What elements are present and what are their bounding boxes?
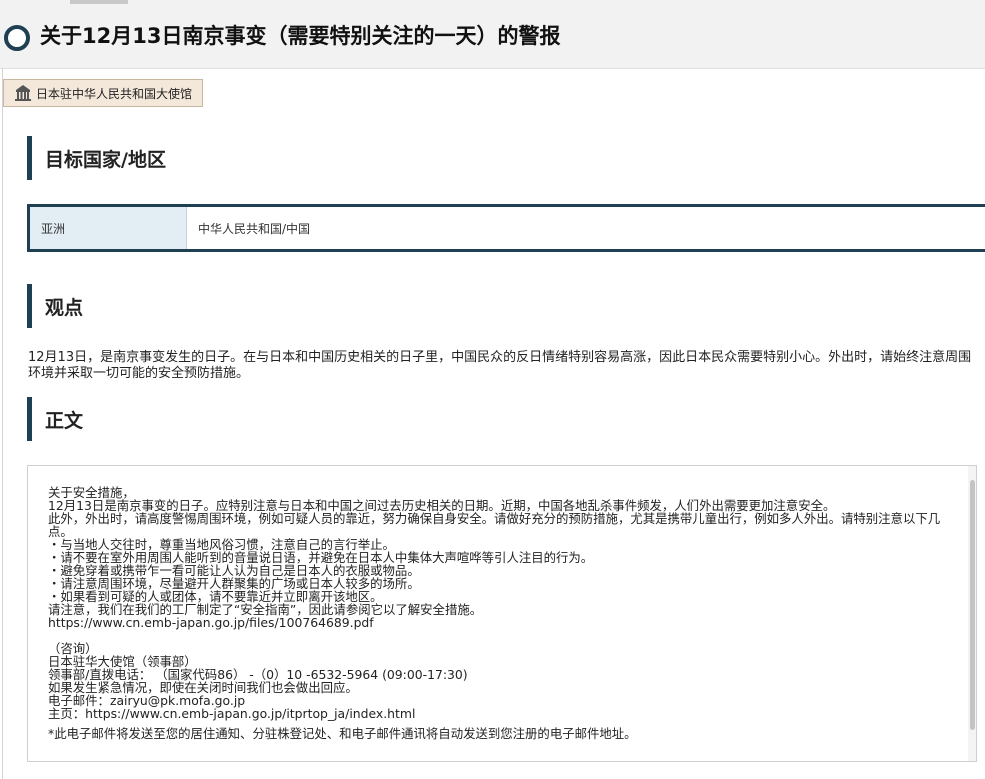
guidelines-link[interactable]: https://www.cn.emb-japan.go.jp/files/100… [48, 616, 948, 629]
body-scrollbar[interactable] [968, 466, 976, 761]
body-blank-line [48, 629, 948, 642]
body-note: *此电子邮件将发送至您的居住通知、分驻株登记处、和电子邮件通讯将自动发送到您注册… [48, 726, 637, 741]
body-lines: 关于安全措施， 12月13日是南京事变的日子。应特别注意与日本和中国之间过去历史… [48, 486, 948, 740]
country-cell: 中华人民共和国/中国 [187, 207, 985, 249]
page-header: 关于12月13日南京事变（需要特别关注的一天）的警报 [0, 0, 985, 69]
embassy-tag-label: 日本驻中华人民共和国大使馆 [36, 86, 193, 101]
ring-icon [4, 25, 30, 51]
section-heading-viewpoint: 观点 [27, 284, 985, 328]
section-heading-target: 目标国家/地区 [27, 136, 985, 180]
homepage-link[interactable]: 主页：https://www.cn.emb-japan.go.jp/itprto… [48, 707, 948, 720]
region-cell: 亚洲 [30, 207, 187, 249]
viewpoint-text: 12月13日，是南京事变发生的日子。在与日本和中国历史相关的日子里，中国民众的反… [28, 350, 972, 381]
section-heading-body: 正文 [27, 397, 985, 441]
section-heading-viewpoint-text: 观点 [45, 297, 84, 319]
left-divider [2, 68, 3, 779]
building-icon [15, 85, 31, 101]
embassy-tag[interactable]: 日本驻中华人民共和国大使馆 [3, 79, 204, 107]
page-title: 关于12月13日南京事变（需要特别关注的一天）的警报 [40, 24, 561, 48]
body-content-box[interactable]: 关于安全措施， 12月13日是南京事变的日子。应特别注意与日本和中国之间过去历史… [27, 465, 977, 762]
body-line: 此外，外出时，请高度警惕周围环境，例如可疑人员的靠近，努力确保自身安全。请做好充… [48, 511, 941, 539]
region-table: 亚洲 中华人民共和国/中国 [27, 204, 985, 252]
header-tab-stub [70, 0, 128, 4]
body-scrollbar-thumb[interactable] [970, 480, 975, 730]
section-heading-body-text: 正文 [45, 410, 84, 432]
section-heading-target-text: 目标国家/地区 [45, 149, 166, 171]
